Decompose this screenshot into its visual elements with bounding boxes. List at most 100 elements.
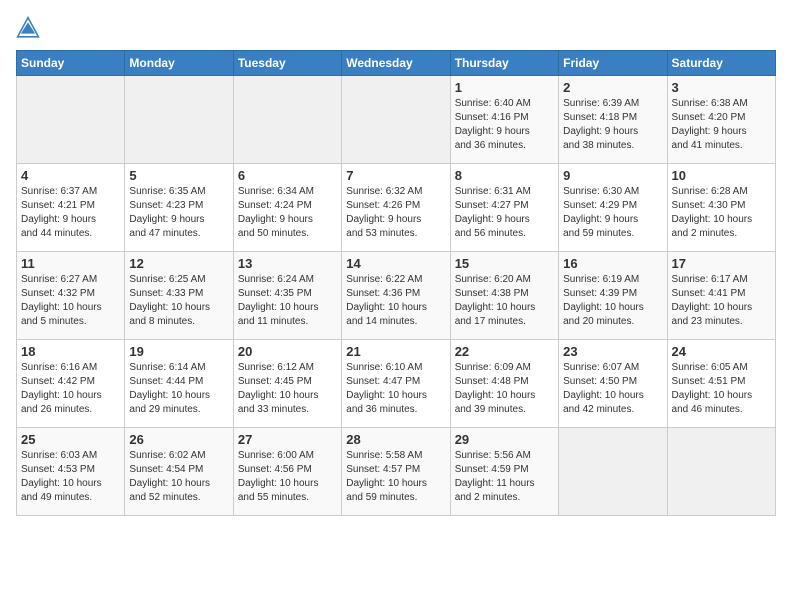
day-number: 16 — [563, 256, 662, 271]
calendar-cell: 2 Sunrise: 6:39 AM Sunset: 4:18 PM Daylig… — [559, 76, 667, 164]
day-info: Sunrise: 6:00 AM Sunset: 4:56 PM Dayligh… — [238, 449, 337, 505]
logo — [16, 16, 44, 40]
day-info: Sunrise: 6:03 AM Sunset: 4:53 PM Dayligh… — [21, 449, 120, 505]
day-number: 5 — [129, 168, 228, 183]
calendar-cell: 10 Sunrise: 6:28 AM Sunset: 4:30 PM Dayli… — [667, 164, 775, 252]
day-number: 12 — [129, 256, 228, 271]
day-info: Sunrise: 6:27 AM Sunset: 4:32 PM Dayligh… — [21, 273, 120, 329]
day-number: 28 — [346, 432, 445, 447]
calendar-cell: 17 Sunrise: 6:17 AM Sunset: 4:41 PM Dayli… — [667, 252, 775, 340]
calendar-cell: 19 Sunrise: 6:14 AM Sunset: 4:44 PM Dayli… — [125, 340, 233, 428]
day-info: Sunrise: 6:07 AM Sunset: 4:50 PM Dayligh… — [563, 361, 662, 417]
calendar-cell: 12 Sunrise: 6:25 AM Sunset: 4:33 PM Dayli… — [125, 252, 233, 340]
day-number: 21 — [346, 344, 445, 359]
days-header-row: SundayMondayTuesdayWednesdayThursdayFrid… — [17, 51, 776, 76]
day-number: 2 — [563, 80, 662, 95]
day-info: Sunrise: 6:02 AM Sunset: 4:54 PM Dayligh… — [129, 449, 228, 505]
day-number: 24 — [672, 344, 771, 359]
day-info: Sunrise: 6:40 AM Sunset: 4:16 PM Dayligh… — [455, 97, 554, 153]
day-info: Sunrise: 5:56 AM Sunset: 4:59 PM Dayligh… — [455, 449, 554, 505]
day-number: 3 — [672, 80, 771, 95]
day-number: 13 — [238, 256, 337, 271]
calendar-cell: 9 Sunrise: 6:30 AM Sunset: 4:29 PM Daylig… — [559, 164, 667, 252]
calendar-cell: 15 Sunrise: 6:20 AM Sunset: 4:38 PM Dayli… — [450, 252, 558, 340]
day-info: Sunrise: 6:32 AM Sunset: 4:26 PM Dayligh… — [346, 185, 445, 241]
day-info: Sunrise: 6:38 AM Sunset: 4:20 PM Dayligh… — [672, 97, 771, 153]
day-header-friday: Friday — [559, 51, 667, 76]
day-info: Sunrise: 6:09 AM Sunset: 4:48 PM Dayligh… — [455, 361, 554, 417]
day-number: 8 — [455, 168, 554, 183]
day-number: 23 — [563, 344, 662, 359]
day-number: 29 — [455, 432, 554, 447]
day-number: 6 — [238, 168, 337, 183]
calendar-cell: 22 Sunrise: 6:09 AM Sunset: 4:48 PM Dayli… — [450, 340, 558, 428]
logo-icon — [16, 16, 40, 40]
day-number: 1 — [455, 80, 554, 95]
day-info: Sunrise: 6:20 AM Sunset: 4:38 PM Dayligh… — [455, 273, 554, 329]
calendar-cell: 21 Sunrise: 6:10 AM Sunset: 4:47 PM Dayli… — [342, 340, 450, 428]
calendar-cell — [125, 76, 233, 164]
day-number: 9 — [563, 168, 662, 183]
day-number: 22 — [455, 344, 554, 359]
calendar-cell: 6 Sunrise: 6:34 AM Sunset: 4:24 PM Daylig… — [233, 164, 341, 252]
day-header-thursday: Thursday — [450, 51, 558, 76]
calendar-cell: 8 Sunrise: 6:31 AM Sunset: 4:27 PM Daylig… — [450, 164, 558, 252]
day-header-tuesday: Tuesday — [233, 51, 341, 76]
day-header-saturday: Saturday — [667, 51, 775, 76]
day-number: 7 — [346, 168, 445, 183]
day-info: Sunrise: 6:28 AM Sunset: 4:30 PM Dayligh… — [672, 185, 771, 241]
calendar-cell: 23 Sunrise: 6:07 AM Sunset: 4:50 PM Dayli… — [559, 340, 667, 428]
calendar-cell: 26 Sunrise: 6:02 AM Sunset: 4:54 PM Dayli… — [125, 428, 233, 516]
day-info: Sunrise: 6:35 AM Sunset: 4:23 PM Dayligh… — [129, 185, 228, 241]
week-row-5: 25 Sunrise: 6:03 AM Sunset: 4:53 PM Dayli… — [17, 428, 776, 516]
day-info: Sunrise: 6:10 AM Sunset: 4:47 PM Dayligh… — [346, 361, 445, 417]
day-header-wednesday: Wednesday — [342, 51, 450, 76]
week-row-3: 11Sunrise: 6:27 AM Sunset: 4:32 PM Dayli… — [17, 252, 776, 340]
calendar-cell: 16 Sunrise: 6:19 AM Sunset: 4:39 PM Dayli… — [559, 252, 667, 340]
day-number: 17 — [672, 256, 771, 271]
calendar-cell: 11Sunrise: 6:27 AM Sunset: 4:32 PM Dayli… — [17, 252, 125, 340]
calendar-table: SundayMondayTuesdayWednesdayThursdayFrid… — [16, 50, 776, 516]
day-number: 4 — [21, 168, 120, 183]
day-header-sunday: Sunday — [17, 51, 125, 76]
calendar-cell — [233, 76, 341, 164]
calendar-cell: 7 Sunrise: 6:32 AM Sunset: 4:26 PM Daylig… — [342, 164, 450, 252]
calendar-cell: 4Sunrise: 6:37 AM Sunset: 4:21 PM Daylig… — [17, 164, 125, 252]
calendar-cell: 27Sunrise: 6:00 AM Sunset: 4:56 PM Dayli… — [233, 428, 341, 516]
calendar-cell: 20 Sunrise: 6:12 AM Sunset: 4:45 PM Dayli… — [233, 340, 341, 428]
calendar-cell: 18 Sunrise: 6:16 AM Sunset: 4:42 PM Dayli… — [17, 340, 125, 428]
day-number: 25 — [21, 432, 120, 447]
day-number: 10 — [672, 168, 771, 183]
calendar-cell — [342, 76, 450, 164]
day-info: Sunrise: 6:31 AM Sunset: 4:27 PM Dayligh… — [455, 185, 554, 241]
page-header — [16, 16, 776, 40]
calendar-cell — [667, 428, 775, 516]
calendar-cell: 3 Sunrise: 6:38 AM Sunset: 4:20 PM Daylig… — [667, 76, 775, 164]
calendar-cell — [559, 428, 667, 516]
day-info: Sunrise: 6:22 AM Sunset: 4:36 PM Dayligh… — [346, 273, 445, 329]
day-info: Sunrise: 6:12 AM Sunset: 4:45 PM Dayligh… — [238, 361, 337, 417]
week-row-1: 1 Sunrise: 6:40 AM Sunset: 4:16 PM Daylig… — [17, 76, 776, 164]
day-number: 19 — [129, 344, 228, 359]
calendar-cell: 5 Sunrise: 6:35 AM Sunset: 4:23 PM Daylig… — [125, 164, 233, 252]
day-number: 15 — [455, 256, 554, 271]
calendar-cell: 1 Sunrise: 6:40 AM Sunset: 4:16 PM Daylig… — [450, 76, 558, 164]
day-info: Sunrise: 6:19 AM Sunset: 4:39 PM Dayligh… — [563, 273, 662, 329]
day-number: 20 — [238, 344, 337, 359]
day-info: Sunrise: 6:25 AM Sunset: 4:33 PM Dayligh… — [129, 273, 228, 329]
week-row-4: 18 Sunrise: 6:16 AM Sunset: 4:42 PM Dayli… — [17, 340, 776, 428]
day-info: Sunrise: 6:24 AM Sunset: 4:35 PM Dayligh… — [238, 273, 337, 329]
calendar-cell: 29 Sunrise: 5:56 AM Sunset: 4:59 PM Dayli… — [450, 428, 558, 516]
day-number: 14 — [346, 256, 445, 271]
day-number: 26 — [129, 432, 228, 447]
day-info: Sunrise: 6:14 AM Sunset: 4:44 PM Dayligh… — [129, 361, 228, 417]
day-info: Sunrise: 6:17 AM Sunset: 4:41 PM Dayligh… — [672, 273, 771, 329]
day-info: Sunrise: 6:34 AM Sunset: 4:24 PM Dayligh… — [238, 185, 337, 241]
day-number: 18 — [21, 344, 120, 359]
day-info: Sunrise: 6:16 AM Sunset: 4:42 PM Dayligh… — [21, 361, 120, 417]
day-info: Sunrise: 6:39 AM Sunset: 4:18 PM Dayligh… — [563, 97, 662, 153]
calendar-cell: 28Sunrise: 5:58 AM Sunset: 4:57 PM Dayli… — [342, 428, 450, 516]
day-info: Sunrise: 6:30 AM Sunset: 4:29 PM Dayligh… — [563, 185, 662, 241]
calendar-cell: 14 Sunrise: 6:22 AM Sunset: 4:36 PM Dayli… — [342, 252, 450, 340]
calendar-cell: 13 Sunrise: 6:24 AM Sunset: 4:35 PM Dayli… — [233, 252, 341, 340]
